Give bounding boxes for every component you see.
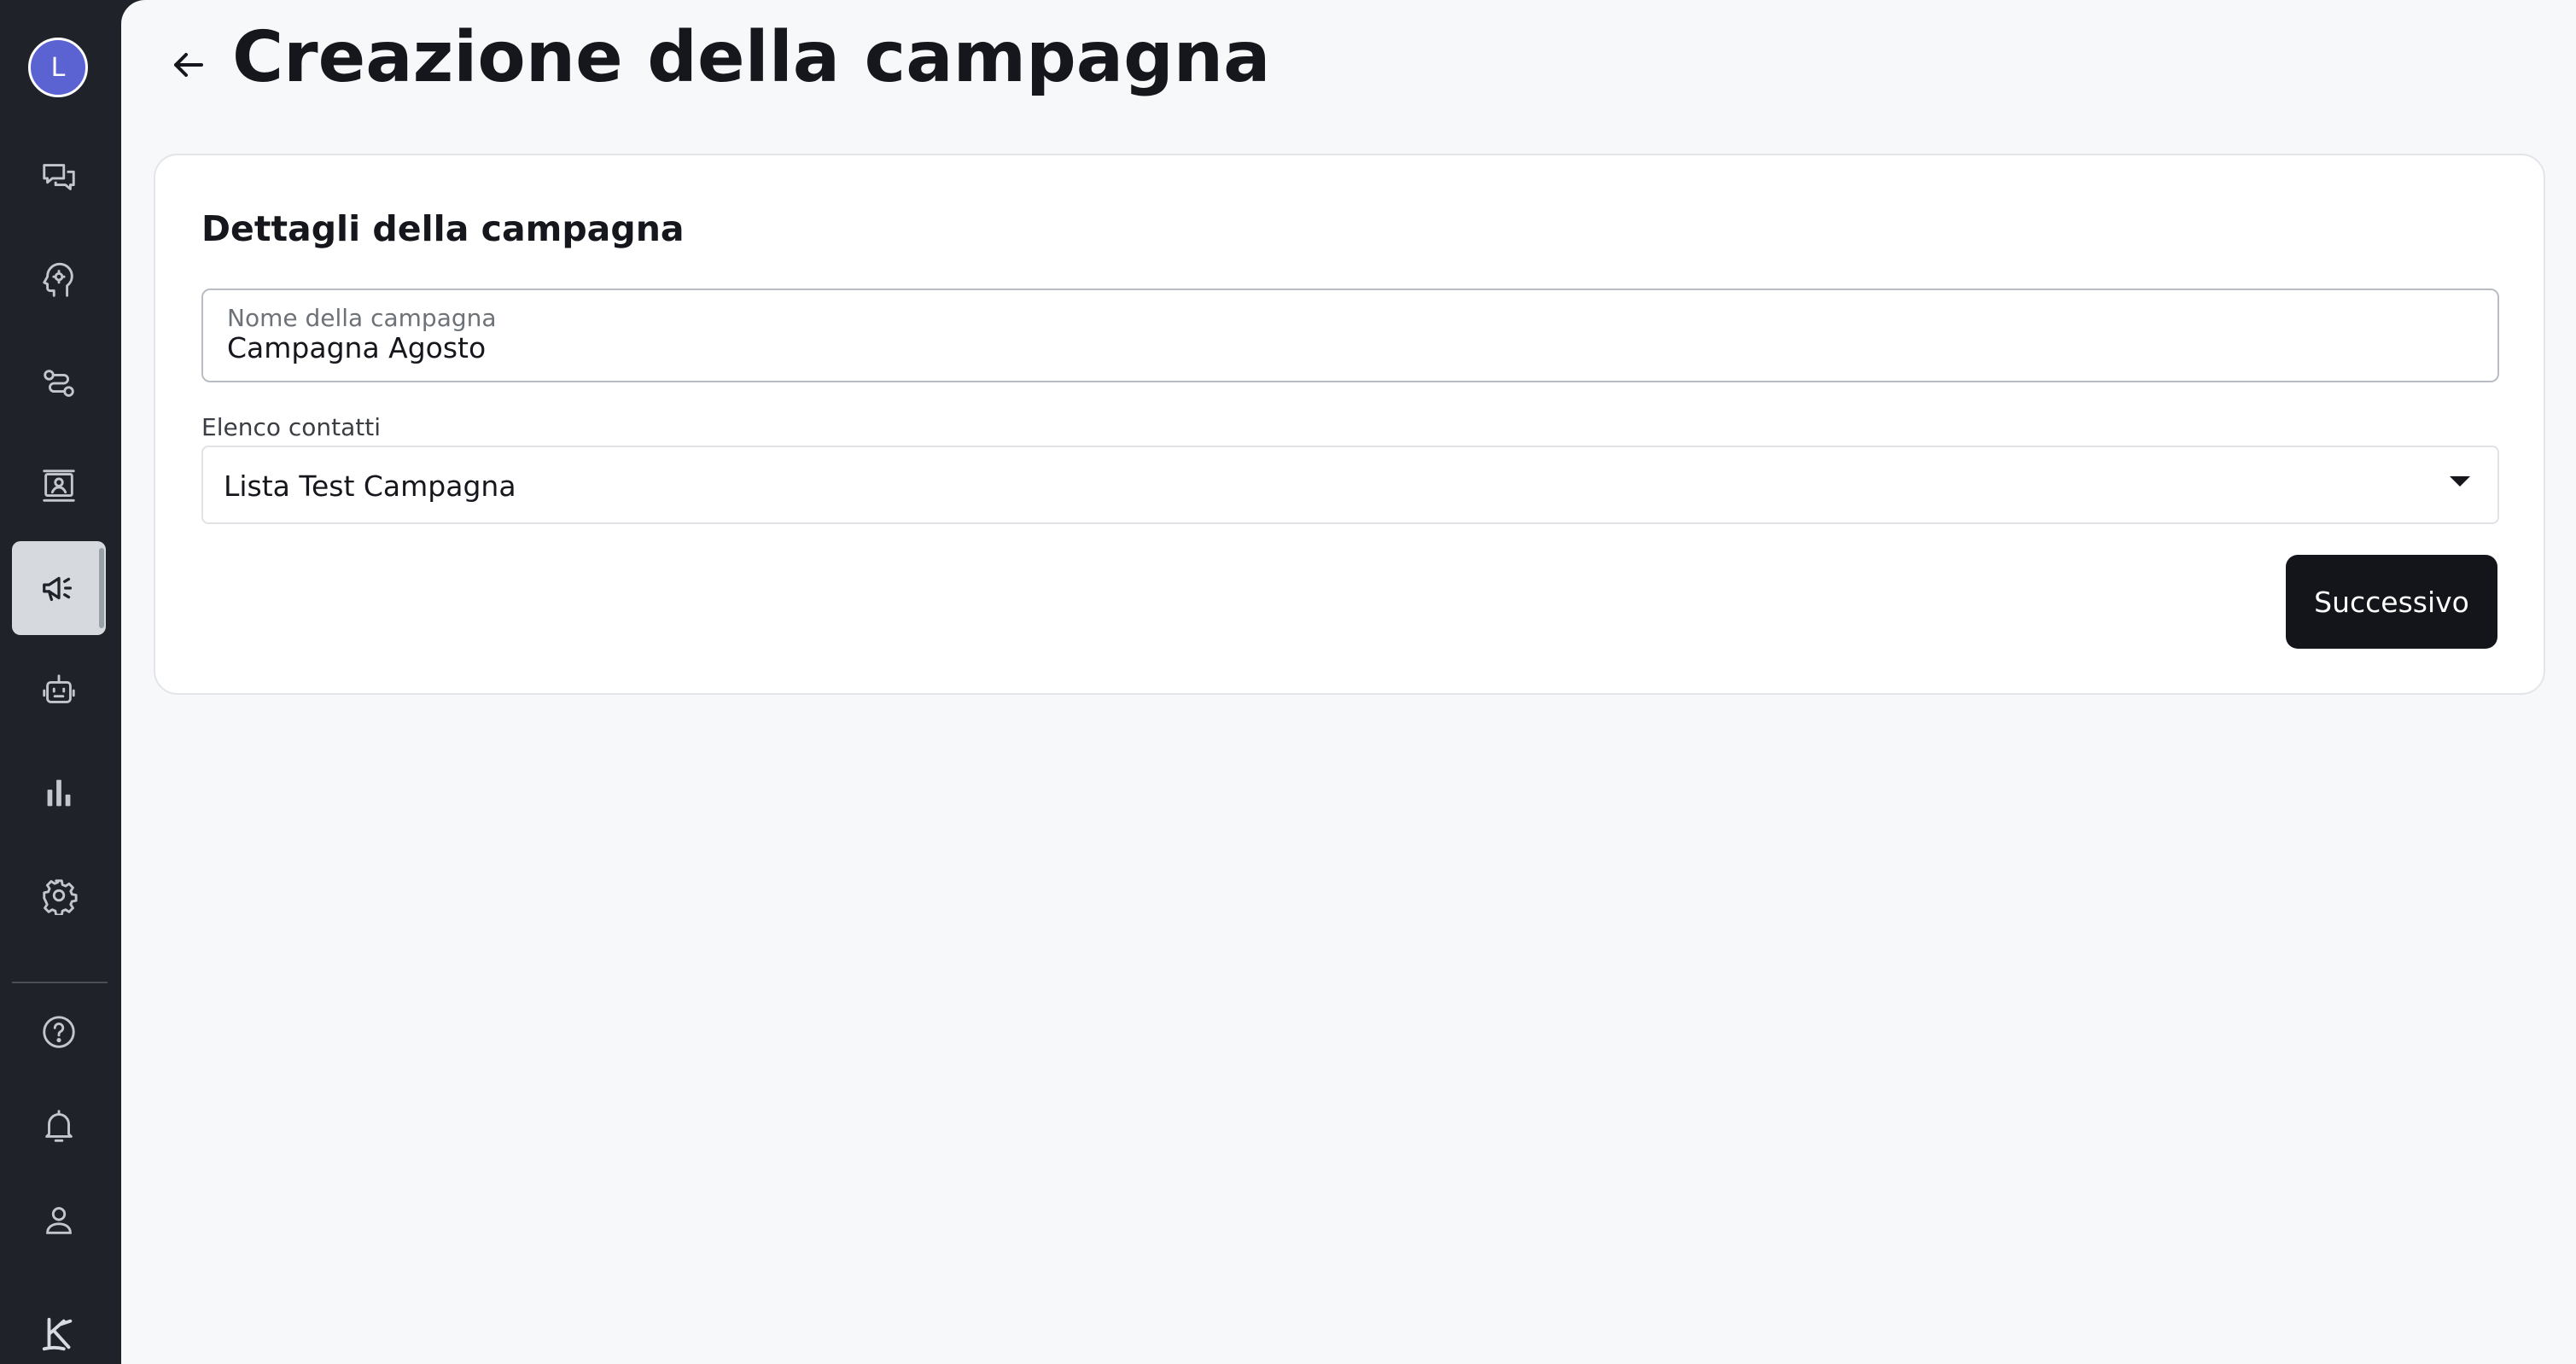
nav-analytics[interactable] xyxy=(12,746,106,840)
brand-logo xyxy=(12,1287,106,1364)
sidebar: L xyxy=(0,0,121,1364)
avatar[interactable]: L xyxy=(28,38,88,97)
campaign-name-label: Nome della campagna xyxy=(227,304,497,332)
nav-flows[interactable] xyxy=(12,336,106,430)
nav-notifications[interactable] xyxy=(12,1079,106,1173)
nav-conversations[interactable] xyxy=(12,130,106,224)
campaign-name-field[interactable]: Nome della campagna Campagna Agosto xyxy=(201,289,2499,382)
chevron-down-icon xyxy=(2450,476,2470,487)
help-icon xyxy=(43,1016,75,1048)
bell-icon xyxy=(45,1110,73,1142)
user-icon xyxy=(46,1207,72,1234)
page-title: Creazione della campagna xyxy=(232,17,1271,98)
back-button[interactable] xyxy=(164,41,212,89)
sidebar-divider xyxy=(12,982,108,983)
card-title: Dettagli della campagna xyxy=(201,208,685,249)
route-icon xyxy=(44,370,74,397)
campaign-name-value: Campagna Agosto xyxy=(227,331,487,364)
logo-icon xyxy=(42,1317,73,1351)
head-gear-icon xyxy=(43,262,73,297)
nav-bots[interactable] xyxy=(12,644,106,737)
campaign-details-card: Dettagli della campagna Nome della campa… xyxy=(154,154,2545,695)
main-content: Creazione della campagna Dettagli della … xyxy=(121,0,2576,1364)
chat-icon xyxy=(43,164,75,190)
contact-list-value: Lista Test Campagna xyxy=(224,469,516,503)
bot-icon xyxy=(43,674,75,703)
gear-icon xyxy=(43,879,78,915)
contact-list-label: Elenco contatti xyxy=(201,413,382,441)
contact-list-select[interactable]: Lista Test Campagna xyxy=(201,446,2499,524)
nav-agents[interactable] xyxy=(12,234,106,328)
megaphone-icon xyxy=(43,576,73,602)
nav-profile[interactable] xyxy=(12,1173,106,1267)
bar-chart-icon xyxy=(47,779,71,807)
nav-settings[interactable] xyxy=(12,848,106,942)
next-button[interactable]: Successivo xyxy=(2286,555,2497,649)
arrow-left-icon xyxy=(174,53,203,77)
nav-contacts[interactable] xyxy=(12,439,106,533)
nav-help[interactable] xyxy=(12,985,106,1079)
avatar-initial: L xyxy=(50,52,66,83)
nav-campaigns[interactable] xyxy=(12,541,106,635)
contact-card-icon xyxy=(43,469,75,502)
